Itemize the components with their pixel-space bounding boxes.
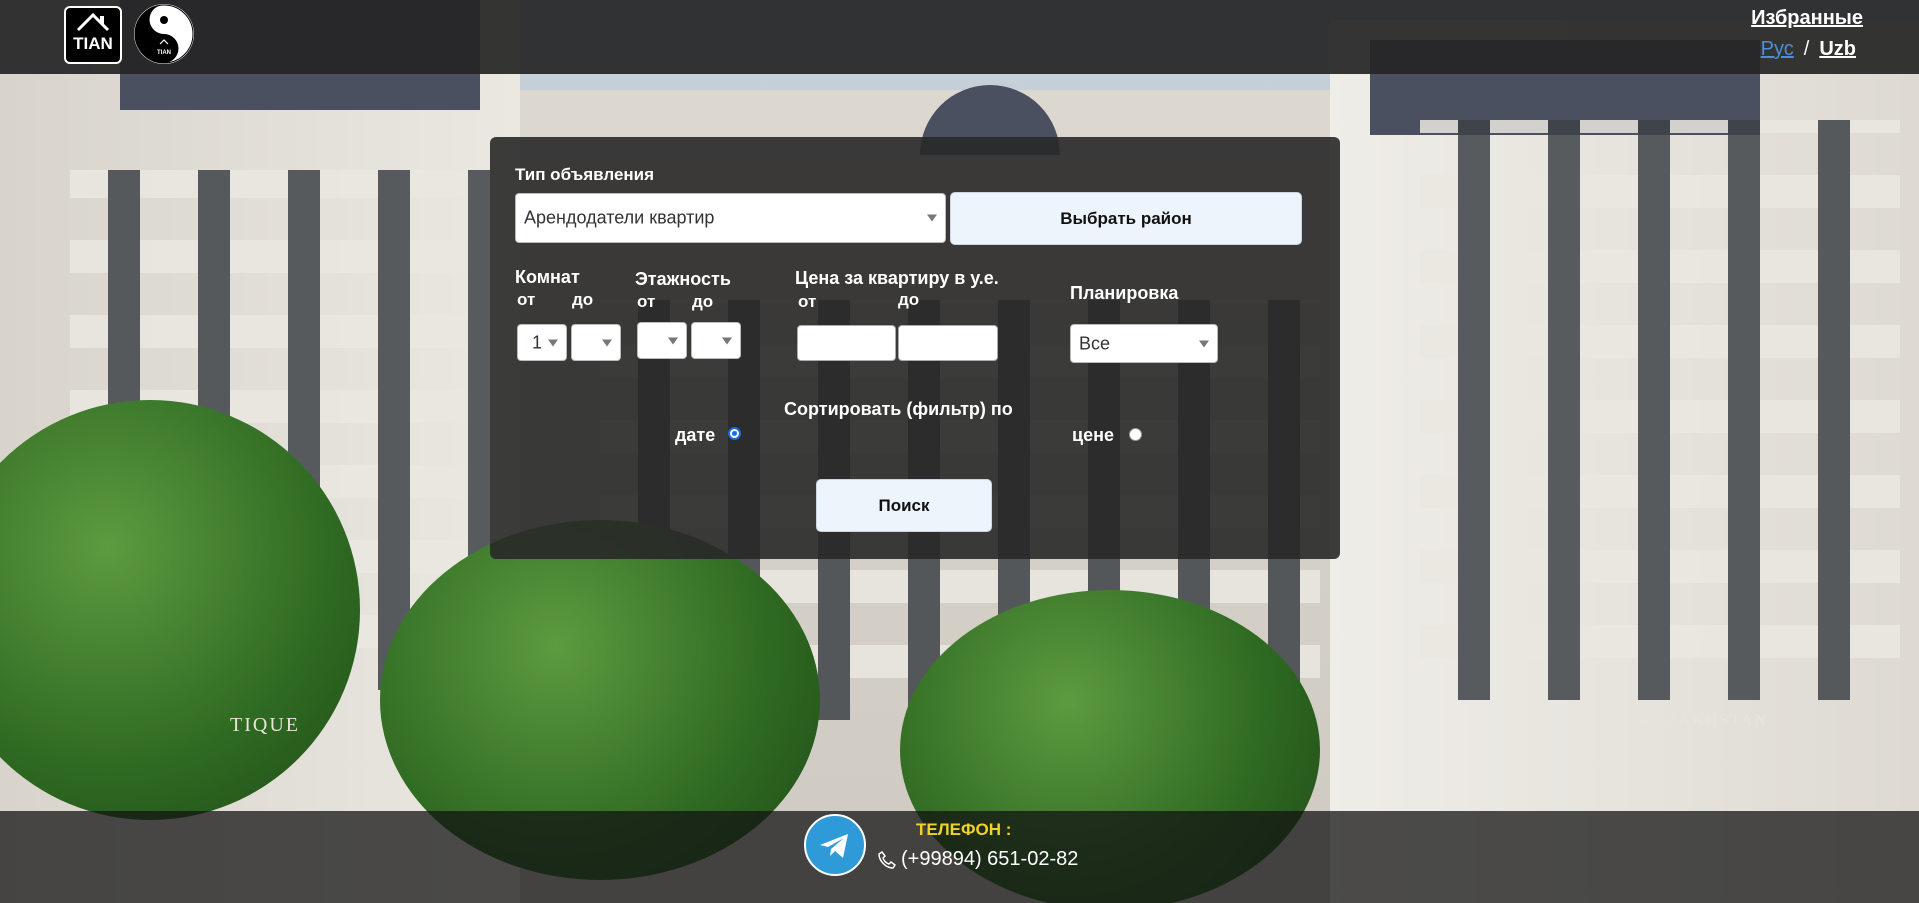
svg-text:TIAN: TIAN <box>157 50 171 56</box>
floors-label: Этажность <box>635 269 731 289</box>
price-to-label: до <box>898 290 920 309</box>
tian-round-logo[interactable]: TIAN <box>134 4 194 64</box>
sort-date-radio[interactable] <box>728 427 741 440</box>
sort-date-label: дате <box>675 425 716 445</box>
phone-label: ТЕЛЕФОН : <box>916 820 1012 839</box>
price-label: Цена за квартиру в у.е. <box>795 268 999 288</box>
rooms-from-label: от <box>517 290 536 309</box>
ad-type-value: Арендодатели квартир <box>524 207 715 228</box>
telegram-icon <box>820 834 848 858</box>
layout-select[interactable]: Все <box>1070 324 1218 363</box>
rooms-to-select[interactable] <box>571 324 621 361</box>
lang-uz-link[interactable]: Uzb <box>1819 38 1856 60</box>
storefront-sign: KAZAKHSTAN <box>1640 712 1769 729</box>
price-to-input[interactable] <box>898 325 998 361</box>
windows-right <box>1420 120 1900 700</box>
chevron-down-icon <box>548 339 558 346</box>
sort-price-label: цене <box>1072 425 1114 445</box>
rooms-label: Комнат <box>515 267 580 287</box>
price-from-input[interactable] <box>797 325 896 361</box>
search-panel: Тип объявления Арендодатели квартир Выбр… <box>490 137 1340 559</box>
top-header: TIAN TIAN Избранные Рус / Uzb <box>0 0 1919 74</box>
choose-district-button[interactable]: Выбрать район <box>950 192 1302 245</box>
floors-from-label: от <box>637 292 656 311</box>
price-from-label: от <box>798 292 817 311</box>
rooms-from-value: 1 <box>532 332 543 352</box>
yin-yang-icon: TIAN <box>134 4 194 64</box>
chevron-down-icon <box>668 337 678 344</box>
storefront-sign: TIQUE <box>230 714 300 736</box>
logo-text: TIAN <box>73 34 113 53</box>
language-switcher: Рус / Uzb <box>1761 38 1856 61</box>
chevron-down-icon <box>1199 340 1209 347</box>
floors-from-select[interactable] <box>637 322 687 359</box>
chevron-down-icon <box>927 214 937 222</box>
rooms-from-select[interactable]: 1 <box>517 324 567 361</box>
search-button[interactable]: Поиск <box>816 479 992 532</box>
ad-type-label: Тип объявления <box>515 165 655 184</box>
telegram-link[interactable] <box>804 814 866 876</box>
chevron-down-icon <box>722 337 732 344</box>
house-icon <box>76 12 110 32</box>
chevron-down-icon <box>602 339 612 346</box>
floors-to-label: до <box>692 292 714 311</box>
lang-separator: / <box>1803 38 1810 60</box>
phone-number: (+99894) 651-02-82 <box>901 848 1079 870</box>
layout-value: Все <box>1079 333 1111 353</box>
tian-logo[interactable]: TIAN <box>64 6 122 64</box>
floors-to-select[interactable] <box>691 322 741 359</box>
lang-ru-link[interactable]: Рус <box>1761 38 1794 60</box>
layout-label: Планировка <box>1070 283 1179 303</box>
sort-price-radio[interactable] <box>1129 428 1142 441</box>
phone-number-row[interactable]: (+99894) 651-02-82 <box>877 848 1078 871</box>
phone-icon <box>878 850 897 869</box>
sort-label: Сортировать (фильтр) по <box>784 399 1013 419</box>
favorites-link[interactable]: Избранные <box>1751 7 1863 30</box>
ad-type-select[interactable]: Арендодатели квартир <box>515 193 946 243</box>
rooms-to-label: до <box>572 290 594 309</box>
